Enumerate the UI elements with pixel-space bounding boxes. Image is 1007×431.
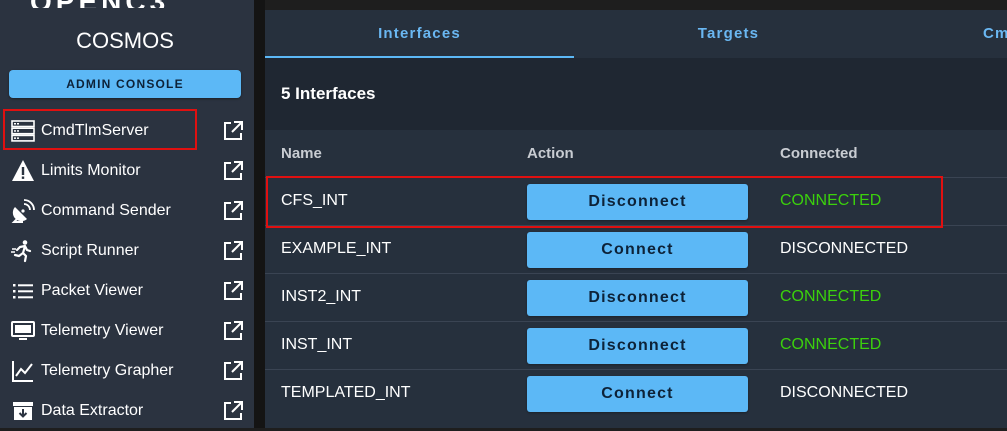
interface-name: INST_INT (281, 336, 353, 353)
sidebar-item-label: Limits Monitor (41, 162, 141, 179)
interface-name: INST2_INT (281, 288, 362, 305)
disconnect-button[interactable]: Disconnect (527, 328, 748, 364)
connection-status: CONNECTED (780, 336, 882, 353)
column-header-connected[interactable]: Connected (780, 145, 858, 162)
column-header-action[interactable]: Action (527, 145, 574, 162)
open-in-new-icon[interactable] (222, 160, 244, 182)
column-header-name[interactable]: Name (281, 145, 322, 162)
table-row: EXAMPLE_INT Connect DISCONNECTED (265, 225, 1007, 274)
sidebar: OPENC3 COSMOS ADMIN CONSOLE CmdTlmServer… (0, 0, 254, 428)
sidebar-item-limits-monitor[interactable]: Limits Monitor (0, 151, 254, 191)
sidebar-item-script-runner[interactable]: Script Runner (0, 231, 254, 271)
monitor-icon (11, 319, 35, 343)
sidebar-item-label: Packet Viewer (41, 282, 143, 299)
sidebar-item-packet-viewer[interactable]: Packet Viewer (0, 271, 254, 311)
open-in-new-icon[interactable] (222, 120, 244, 142)
sidebar-item-data-extractor[interactable]: Data Extractor (0, 391, 254, 431)
sidebar-item-label: Telemetry Grapher (41, 362, 174, 379)
open-in-new-icon[interactable] (222, 240, 244, 262)
connection-status: DISCONNECTED (780, 384, 909, 401)
satellite-dish-icon (11, 199, 35, 223)
logo: OPENC3 (0, 0, 254, 8)
open-in-new-icon[interactable] (222, 200, 244, 222)
warning-icon (11, 159, 35, 183)
connection-status: CONNECTED (780, 288, 882, 305)
sidebar-item-label: Telemetry Viewer (41, 322, 164, 339)
open-in-new-icon[interactable] (222, 360, 244, 382)
sidebar-item-telemetry-viewer[interactable]: Telemetry Viewer (0, 311, 254, 351)
table-row: TEMPLATED_INT Connect DISCONNECTED (265, 369, 1007, 418)
app-title: COSMOS (76, 28, 174, 53)
sidebar-item-label: Script Runner (41, 242, 139, 259)
highlight-box (3, 109, 197, 150)
interface-name: EXAMPLE_INT (281, 240, 392, 257)
disconnect-button[interactable]: Disconnect (527, 280, 748, 316)
tab-interfaces[interactable]: Interfaces (265, 10, 574, 58)
connect-button[interactable]: Connect (527, 232, 748, 268)
tab-targets[interactable]: Targets (574, 10, 883, 58)
list-icon (11, 279, 35, 303)
chart-line-icon (11, 359, 35, 383)
connection-status: DISCONNECTED (780, 240, 909, 257)
runner-icon (11, 239, 35, 263)
highlight-box (266, 176, 943, 228)
sidebar-item-command-sender[interactable]: Command Sender (0, 191, 254, 231)
card-header (265, 58, 1007, 130)
open-in-new-icon[interactable] (222, 280, 244, 302)
admin-console-button[interactable]: ADMIN CONSOLE (9, 70, 241, 98)
interfaces-table: Name Action Connected CFS_INT Disconnect… (265, 130, 1007, 428)
interface-name: TEMPLATED_INT (281, 384, 411, 401)
sidebar-item-label: Command Sender (41, 202, 171, 219)
interfaces-count-title: 5 Interfaces (281, 84, 376, 103)
divider (254, 0, 265, 428)
sidebar-item-label: Data Extractor (41, 402, 144, 419)
tab-bar: Interfaces Targets Cmd (265, 10, 1007, 58)
tab-cmd[interactable]: Cmd (983, 10, 1007, 58)
table-row: INST2_INT Disconnect CONNECTED (265, 273, 1007, 322)
table-row: INST_INT Disconnect CONNECTED (265, 321, 1007, 370)
logo-text: OPENC3 (30, 0, 169, 8)
connect-button[interactable]: Connect (527, 376, 748, 412)
open-in-new-icon[interactable] (222, 400, 244, 422)
sidebar-item-telemetry-grapher[interactable]: Telemetry Grapher (0, 351, 254, 391)
archive-download-icon (11, 399, 35, 423)
open-in-new-icon[interactable] (222, 320, 244, 342)
